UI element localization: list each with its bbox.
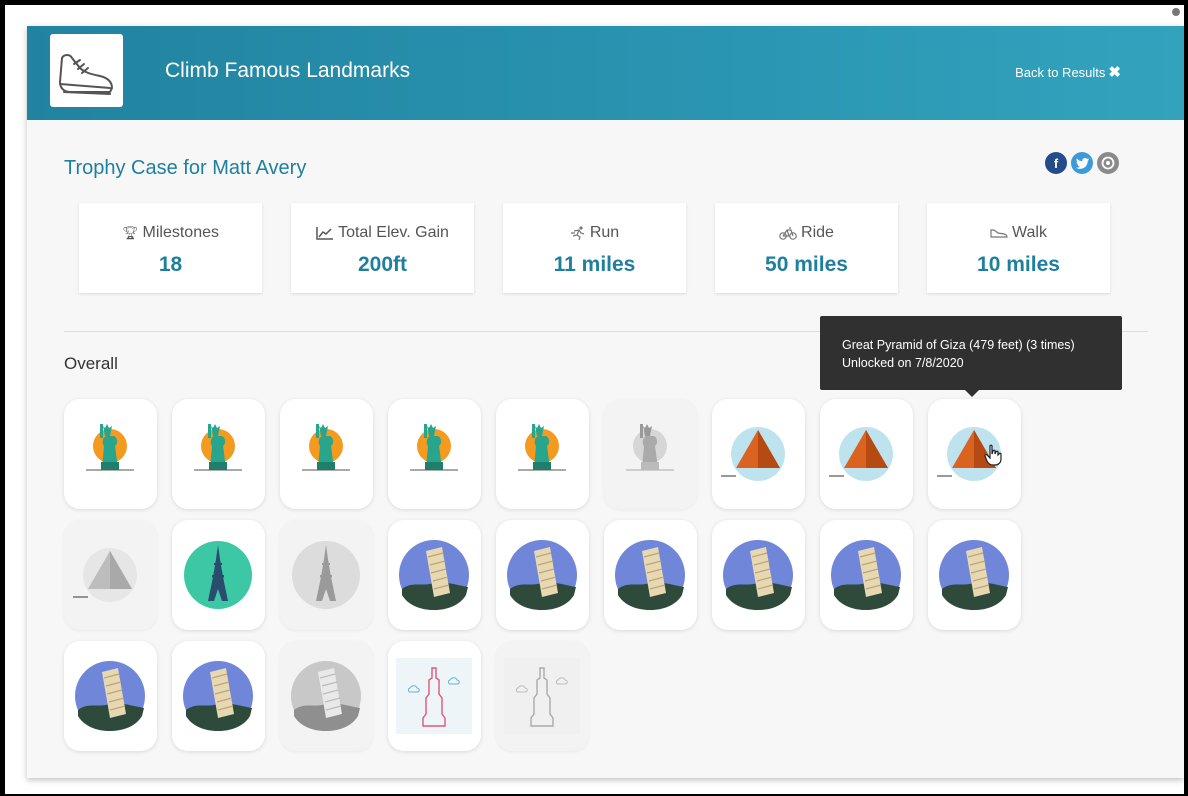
pisa-badge-icon [399,540,469,610]
badge-liberty[interactable] [64,399,157,509]
chart-line-icon [316,227,334,240]
corner-indicator [1172,8,1180,16]
stat-milestones: 🏆︎ Milestones 18 [79,203,262,293]
badge-liberty[interactable] [388,399,481,509]
badge-skyscraper[interactable] [388,641,481,751]
badge-eiffel-locked[interactable] [280,520,373,630]
badge-pisa[interactable] [496,520,589,630]
badge-tooltip: Great Pyramid of Giza (479 feet) (3 time… [820,316,1122,390]
stat-value: 200ft [357,253,408,276]
page-title: Trophy Case for Matt Avery [64,157,307,179]
bike-icon [779,227,797,240]
liberty-badge-icon [194,424,242,471]
liberty-badge-icon [518,424,566,471]
badge-liberty[interactable] [280,399,373,509]
pisa-badge-icon [615,540,685,610]
stat-ride: Ride 50 miles [715,203,898,293]
pisa-badge-icon [183,661,253,731]
app-title: Climb Famous Landmarks [165,59,411,82]
stat-value: 11 miles [553,253,636,276]
skyscraper-badge-icon [396,658,472,734]
pyramid-badge-icon [829,427,893,481]
eiffel-badge-icon [184,541,252,609]
tooltip-title: Great Pyramid of Giza (479 feet) (3 time… [842,338,1075,352]
badge-liberty[interactable] [496,399,589,509]
badge-liberty[interactable] [172,399,265,509]
section-title: Overall [64,354,118,373]
badge-pisa-locked[interactable] [280,641,373,751]
badge-pisa[interactable] [712,520,805,630]
hand-cursor-icon [984,444,1002,466]
badge-pyramid-locked[interactable] [64,520,157,630]
close-x-icon: ✖ [1108,64,1121,81]
run-icon [570,226,585,240]
stat-label: Milestones [142,224,219,241]
badge-liberty-locked[interactable] [604,399,697,509]
pisa-badge-icon [831,540,901,610]
skyscraper-badge-icon [504,658,580,734]
pisa-badge-icon [75,661,145,731]
stat-value: 50 miles [765,253,848,276]
badge-pisa[interactable] [820,520,913,630]
stat-label: Walk [1012,224,1047,241]
stat-label: Run [589,224,620,241]
eiffel-badge-icon [292,541,360,609]
pyramid-badge-icon [721,427,785,481]
badge-skyscraper-locked[interactable] [496,641,589,751]
trophy-icon: 🏆︎ [122,225,139,240]
shoe-icon [990,229,1008,238]
twitter-icon[interactable] [1071,152,1093,174]
stat-value: 10 miles [977,253,1060,276]
badge-pisa[interactable] [604,520,697,630]
email-icon[interactable] [1097,152,1119,174]
liberty-badge-icon [626,424,674,471]
stats-row: 🏆︎ Milestones 18 Total Elev. Gain 200ft … [79,203,1110,293]
badge-eiffel[interactable] [172,520,265,630]
stat-value: 18 [158,253,183,276]
badge-pyramid[interactable] [712,399,805,509]
badge-pisa[interactable] [388,520,481,630]
back-link-label: Back to Results [1015,64,1106,80]
badge-pisa[interactable] [64,641,157,751]
stat-run: Run 11 miles [503,203,686,293]
stat-walk: Walk 10 miles [927,203,1110,293]
liberty-badge-icon [410,424,458,471]
liberty-badge-icon [86,424,134,471]
badge-pyramid[interactable] [820,399,913,509]
pisa-badge-icon [291,661,361,731]
facebook-icon[interactable]: f [1045,152,1067,174]
badge-pisa[interactable] [928,520,1021,630]
social-share-group: f [1045,152,1119,174]
app-header: Climb Famous Landmarks Back to Results ✖ [27,26,1184,120]
liberty-badge-icon [302,424,350,471]
pisa-badge-icon [507,540,577,610]
trophy-card: Climb Famous Landmarks Back to Results ✖… [27,26,1184,778]
badge-pisa[interactable] [172,641,265,751]
badge-pyramid[interactable] [928,399,1021,509]
pisa-badge-icon [939,540,1009,610]
tooltip-date: Unlocked on 7/8/2020 [842,356,964,370]
sneaker-icon [59,54,113,95]
stat-elevation: Total Elev. Gain 200ft [291,203,474,293]
back-to-results-link[interactable]: Back to Results ✖ [1015,63,1121,81]
pisa-badge-icon [723,540,793,610]
stat-label: Total Elev. Gain [338,224,449,241]
tooltip-arrow [965,390,979,397]
stat-label: Ride [801,224,834,241]
app-logo [50,34,123,107]
pyramid-badge-icon [73,548,137,602]
